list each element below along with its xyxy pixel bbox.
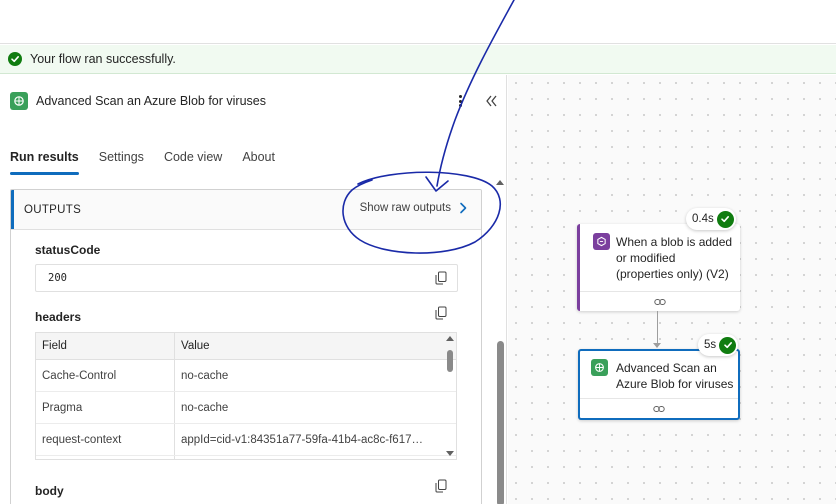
headers-label: headers bbox=[35, 310, 82, 324]
link-icon bbox=[653, 405, 665, 412]
flow-connector bbox=[657, 311, 658, 347]
column-header-value: Value bbox=[181, 340, 210, 352]
connector-arrow-icon bbox=[653, 343, 661, 348]
tab-settings[interactable]: Settings bbox=[89, 149, 154, 175]
action-details-panel: Advanced Scan an Azure Blob for viruses … bbox=[0, 75, 507, 504]
copy-icon[interactable] bbox=[435, 479, 447, 493]
top-bar bbox=[0, 0, 836, 44]
panel-title: Advanced Scan an Azure Blob for viruses bbox=[36, 94, 266, 108]
trigger-duration: 0.4s bbox=[692, 213, 714, 225]
header-field: Pragma bbox=[36, 392, 175, 423]
header-value: no-cache bbox=[181, 369, 229, 382]
status-code-label: statusCode bbox=[35, 243, 101, 257]
trigger-duration-badge: 0.4s bbox=[686, 208, 736, 230]
tab-about[interactable]: About bbox=[232, 149, 285, 175]
trigger-label-line-2: or modified bbox=[616, 251, 676, 265]
tab-code-view[interactable]: Code view bbox=[154, 149, 232, 175]
table-row: Pragma no-cache bbox=[36, 392, 456, 424]
panel-scrollbar[interactable] bbox=[494, 175, 506, 504]
chevron-right-icon bbox=[460, 202, 467, 214]
action-duration-badge: 5s bbox=[698, 334, 739, 356]
status-code-value: 200 bbox=[48, 272, 67, 284]
table-row-partial bbox=[36, 456, 456, 459]
column-header-field: Field bbox=[36, 333, 175, 359]
action-label-line-1: Advanced Scan an bbox=[616, 361, 717, 375]
action-label-line-2: Azure Blob for viruses bbox=[616, 377, 734, 391]
headers-table-header: Field Value bbox=[36, 333, 456, 360]
outputs-header[interactable]: OUTPUTS Show raw outputs bbox=[11, 190, 481, 230]
body-label: body bbox=[35, 484, 64, 498]
trigger-footer bbox=[580, 291, 740, 311]
blob-trigger-icon bbox=[593, 233, 610, 250]
panel-header: Advanced Scan an Azure Blob for viruses bbox=[10, 92, 266, 110]
action-footer bbox=[580, 398, 738, 418]
outputs-section: OUTPUTS Show raw outputs statusCode 200 … bbox=[10, 189, 482, 504]
action-icon bbox=[591, 359, 608, 376]
copy-icon[interactable] bbox=[435, 271, 447, 285]
tab-run-results[interactable]: Run results bbox=[0, 149, 89, 175]
copy-icon[interactable] bbox=[435, 306, 447, 320]
double-chevron-left-icon[interactable] bbox=[484, 92, 498, 110]
success-banner: Your flow ran successfully. bbox=[0, 45, 836, 74]
table-row: Cache-Control no-cache bbox=[36, 360, 456, 392]
header-field-empty bbox=[36, 456, 175, 459]
more-vertical-icon[interactable] bbox=[455, 93, 465, 109]
trigger-label-line-3: (properties only) (V2) bbox=[616, 267, 729, 281]
headers-table: Field Value Cache-Control no-cache Pragm… bbox=[35, 332, 457, 460]
success-message: Your flow ran successfully. bbox=[30, 52, 176, 66]
headers-table-scrollbar[interactable] bbox=[445, 332, 455, 460]
panel-tabs: Run results Settings Code view About bbox=[0, 149, 285, 175]
check-circle-icon bbox=[8, 52, 22, 66]
link-icon bbox=[654, 298, 666, 305]
show-raw-outputs-label: Show raw outputs bbox=[359, 202, 451, 214]
trigger-card[interactable]: When a blob is added or modified (proper… bbox=[577, 224, 740, 311]
action-card-selected[interactable]: Advanced Scan an Azure Blob for viruses bbox=[578, 349, 740, 420]
show-raw-outputs-button[interactable]: Show raw outputs bbox=[360, 202, 467, 214]
outputs-label: OUTPUTS bbox=[24, 203, 82, 216]
header-field: request-context bbox=[36, 424, 175, 455]
header-value: appId=cid-v1:84351a77-59fa-41b4-ac8c-f61… bbox=[181, 433, 423, 446]
header-value: no-cache bbox=[181, 401, 229, 414]
check-circle-icon bbox=[719, 336, 737, 354]
action-icon bbox=[10, 92, 28, 110]
status-code-value-box: 200 bbox=[35, 264, 458, 292]
trigger-label-line-1: When a blob is added bbox=[616, 235, 733, 249]
check-circle-icon bbox=[716, 210, 734, 228]
action-duration: 5s bbox=[704, 339, 717, 351]
table-row: request-context appId=cid-v1:84351a77-59… bbox=[36, 424, 456, 456]
header-field: Cache-Control bbox=[36, 360, 175, 391]
